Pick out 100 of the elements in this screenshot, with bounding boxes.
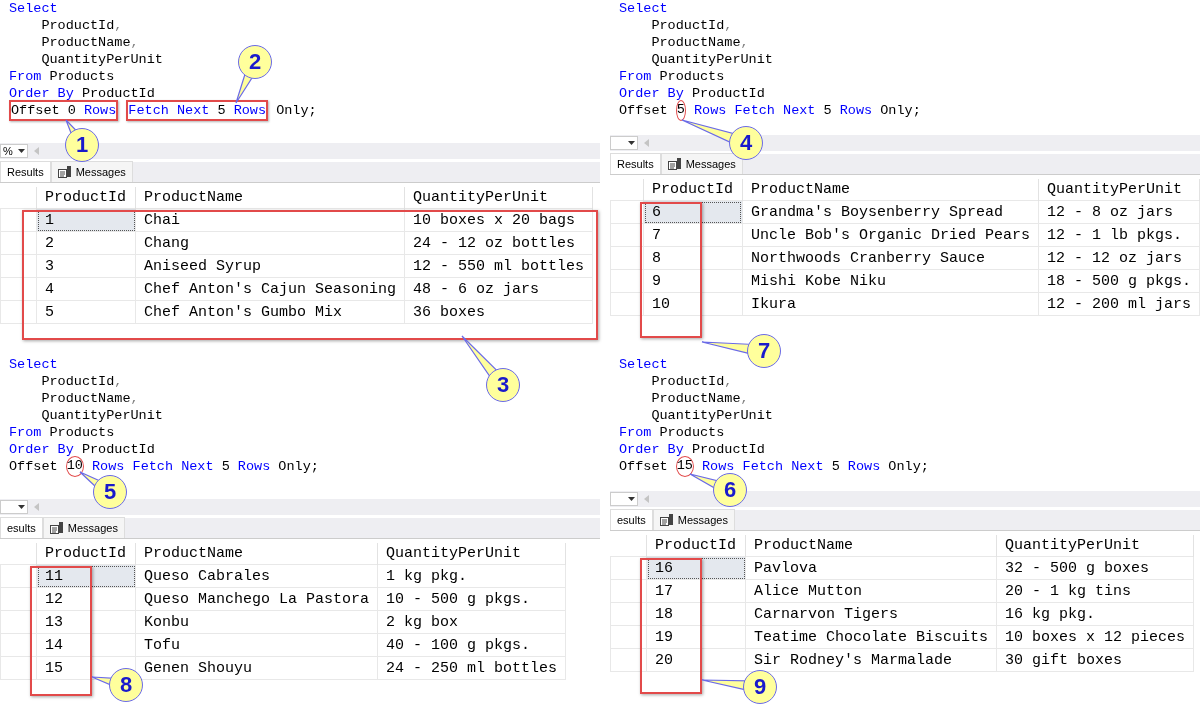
highlighted-code: Fetch Next 5 Rows — [126, 100, 269, 121]
code-line: Select — [9, 0, 58, 17]
table-cell: Chef Anton's Gumbo Mix — [135, 300, 405, 324]
code-text: Offset — [619, 102, 669, 119]
messages-tab[interactable]: Messages — [652, 509, 735, 530]
column-header[interactable]: ProductName — [135, 187, 405, 209]
table-cell: 9 — [643, 269, 743, 293]
table-cell: 19 — [646, 625, 746, 649]
code-text: Offset — [9, 458, 59, 475]
callout-number: 1 — [65, 128, 99, 162]
code-text: Only; — [277, 458, 319, 475]
table-cell: 10 — [643, 292, 743, 316]
table-cell: 6 — [643, 200, 743, 224]
results-tab[interactable]: Results — [0, 161, 51, 182]
messages-icon — [49, 522, 64, 534]
table-cell: 14 — [36, 633, 136, 657]
scroll-left-icon[interactable] — [34, 147, 39, 155]
code-text: Rows Fetch Next — [701, 458, 824, 475]
code-line: QuantityPerUnit — [650, 51, 773, 68]
code-line: Select — [619, 356, 668, 373]
table-cell: 17 — [646, 579, 746, 603]
table-cell: 32 - 500 g boxes — [996, 556, 1194, 580]
results-tab[interactable]: Results — [610, 153, 661, 174]
table-cell: 3 — [36, 254, 136, 278]
caret-icon — [628, 497, 635, 501]
table-cell: Northwoods Cranberry Sauce — [742, 246, 1039, 270]
messages-tab[interactable]: Messages — [42, 517, 125, 538]
table-cell: Pavlova — [745, 556, 997, 580]
table-cell: 12 - 200 ml jars — [1038, 292, 1200, 316]
table-cell: 30 gift boxes — [996, 648, 1194, 672]
code-line: Select — [9, 356, 58, 373]
messages-icon — [667, 158, 682, 170]
table-cell: 12 - 550 ml bottles — [404, 254, 593, 278]
zoom-dropdown[interactable] — [610, 136, 638, 150]
table-cell: Tofu — [135, 633, 378, 657]
code-line: Order By ProductId — [619, 441, 765, 458]
code-line: ProductName, — [650, 34, 749, 51]
table-cell: 2 — [36, 231, 136, 255]
code-text: Rows Fetch Next — [91, 458, 214, 475]
results-tab[interactable]: esults — [0, 517, 43, 538]
code-text: Only; — [887, 458, 929, 475]
code-line: From Products — [9, 424, 115, 441]
table-cell: 18 — [646, 602, 746, 626]
code-line: From Products — [619, 68, 725, 85]
table-cell: Chang — [135, 231, 405, 255]
caret-icon — [18, 505, 25, 509]
code-line: ProductId, — [40, 373, 123, 390]
callout-number: 5 — [93, 475, 127, 509]
table-cell: 12 — [36, 587, 136, 611]
column-header[interactable]: ProductName — [742, 179, 1039, 201]
code-text: Rows — [847, 458, 881, 475]
messages-tab[interactable]: Messages — [50, 161, 133, 182]
scroll-left-icon[interactable] — [34, 503, 39, 511]
code-line: Select — [619, 0, 668, 17]
table-cell: Ikura — [742, 292, 1039, 316]
table-cell: 1 kg pkg. — [377, 564, 566, 588]
scroll-left-icon[interactable] — [644, 495, 649, 503]
callout-number: 3 — [486, 368, 520, 402]
table-cell: 40 - 100 g pkgs. — [377, 633, 566, 657]
table-cell: 7 — [643, 223, 743, 247]
table-cell: Sir Rodney's Marmalade — [745, 648, 997, 672]
column-header[interactable]: QuantityPerUnit — [377, 543, 566, 565]
code-line: ProductId, — [650, 17, 733, 34]
table-cell: 16 — [646, 556, 746, 580]
table-cell: Grandma's Boysenberry Spread — [742, 200, 1039, 224]
table-cell: 10 boxes x 20 bags — [404, 208, 593, 232]
code-line: ProductName, — [650, 390, 749, 407]
code-line: ProductName, — [40, 390, 139, 407]
column-header[interactable]: QuantityPerUnit — [996, 535, 1194, 557]
highlighted-code: Offset 0 Rows — [9, 100, 119, 121]
results-tab[interactable]: esults — [610, 509, 653, 530]
callout-number: 7 — [747, 334, 781, 368]
column-header[interactable]: ProductName — [135, 543, 378, 565]
table-cell: Aniseed Syrup — [135, 254, 405, 278]
table-cell: 11 — [36, 564, 136, 588]
messages-icon — [659, 514, 674, 526]
code-text: Rows Fetch Next — [692, 102, 816, 119]
code-text: Rows — [839, 102, 873, 119]
code-text: 5 — [822, 102, 833, 119]
table-cell: 20 - 1 kg tins — [996, 579, 1194, 603]
table-cell: 12 - 12 oz jars — [1038, 246, 1200, 270]
table-cell: 2 kg box — [377, 610, 566, 634]
table-cell: 13 — [36, 610, 136, 634]
table-cell: Chef Anton's Cajun Seasoning — [135, 277, 405, 301]
messages-tab[interactable]: Messages — [660, 153, 743, 174]
zoom-dropdown[interactable] — [610, 492, 638, 506]
code-line: From Products — [619, 424, 725, 441]
column-header[interactable]: ProductName — [745, 535, 997, 557]
table-cell: 24 - 12 oz bottles — [404, 231, 593, 255]
table-cell: 12 - 8 oz jars — [1038, 200, 1200, 224]
column-header[interactable]: QuantityPerUnit — [404, 187, 593, 209]
table-cell: 16 kg pkg. — [996, 602, 1194, 626]
scroll-left-icon[interactable] — [644, 139, 649, 147]
code-line: Order By ProductId — [9, 85, 155, 102]
column-header[interactable]: QuantityPerUnit — [1038, 179, 1200, 201]
zoom-dropdown[interactable] — [0, 500, 28, 514]
code-line: From Products — [9, 68, 115, 85]
code-line: QuantityPerUnit — [40, 407, 163, 424]
table-cell: Teatime Chocolate Biscuits — [745, 625, 997, 649]
zoom-dropdown[interactable]: % — [0, 144, 28, 158]
